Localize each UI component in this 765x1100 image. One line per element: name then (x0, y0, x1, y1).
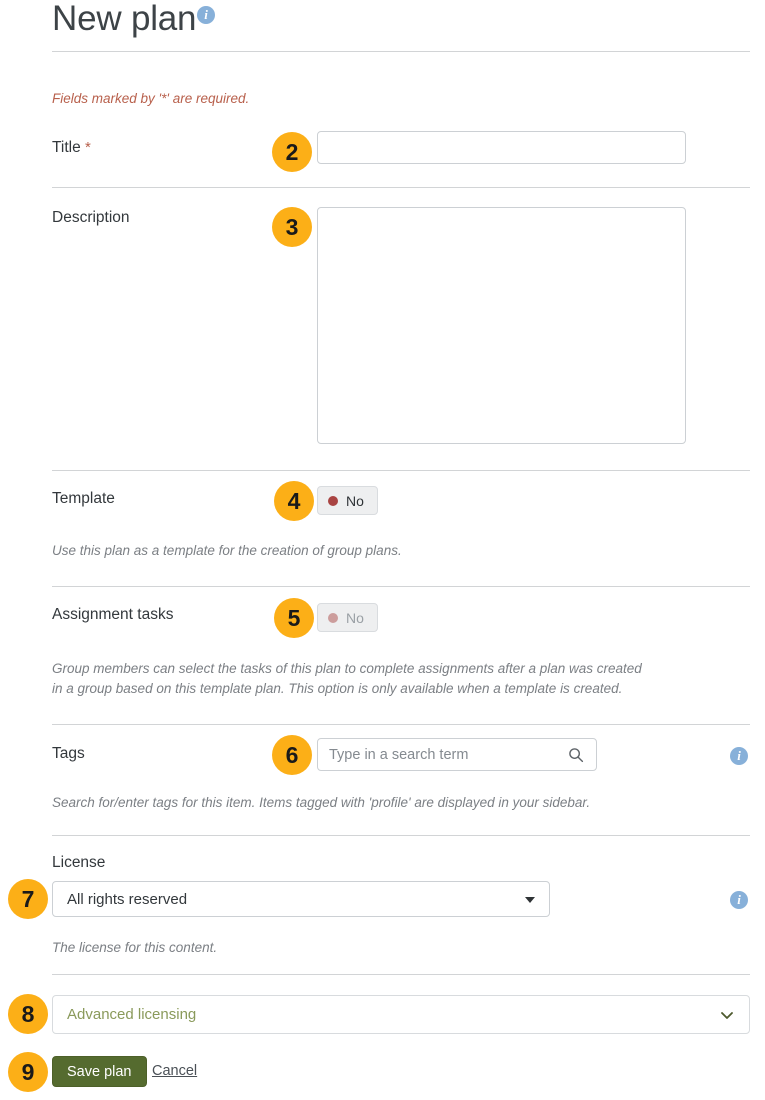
tags-label: Tags (52, 745, 85, 763)
new-plan-form-page: New plan Fields marked by '*' are requir… (0, 0, 765, 1100)
step-badge-8: 8 (8, 994, 48, 1034)
title-label: Title * (52, 139, 91, 157)
assignment-tasks-toggle-label: No (346, 611, 364, 625)
divider-after-template (52, 586, 750, 587)
title-input[interactable] (317, 131, 686, 164)
assignment-tasks-toggle[interactable]: No (317, 603, 378, 632)
assignment-tasks-help-text: Group members can select the tasks of th… (52, 659, 732, 699)
divider-after-title (52, 187, 750, 188)
tags-search-placeholder: Type in a search term (329, 739, 468, 770)
chevron-down-icon (719, 1007, 735, 1023)
template-help-text: Use this plan as a template for the crea… (52, 541, 712, 561)
assignment-tasks-label: Assignment tasks (52, 606, 173, 624)
step-badge-5: 5 (274, 598, 314, 638)
title-required-star: * (85, 139, 91, 156)
license-info-icon[interactable] (730, 891, 748, 914)
toggle-status-dot (328, 613, 338, 623)
advanced-licensing-panel[interactable]: Advanced licensing (52, 995, 750, 1034)
step-badge-2: 2 (272, 132, 312, 172)
template-toggle[interactable]: No (317, 486, 378, 515)
license-select[interactable]: All rights reserved (52, 881, 550, 917)
license-help-text: The license for this content. (52, 938, 652, 958)
cancel-link[interactable]: Cancel (152, 1063, 197, 1079)
tags-help-text: Search for/enter tags for this item. Ite… (52, 793, 742, 813)
divider-after-assignment-tasks (52, 724, 750, 725)
tags-info-icon[interactable] (730, 747, 748, 770)
page-header: New plan (52, 0, 750, 52)
license-selected-value: All rights reserved (67, 882, 187, 916)
toggle-status-dot (328, 496, 338, 506)
required-fields-note: Fields marked by '*' are required. (52, 91, 249, 106)
template-toggle-label: No (346, 494, 364, 508)
template-label: Template (52, 490, 115, 508)
step-badge-7: 7 (8, 879, 48, 919)
divider-after-license (52, 974, 750, 975)
page-title: New plan (52, 0, 196, 40)
step-badge-9: 9 (8, 1052, 48, 1092)
advanced-licensing-label: Advanced licensing (67, 996, 196, 1033)
save-plan-button[interactable]: Save plan (52, 1056, 147, 1087)
description-textarea[interactable] (317, 207, 686, 444)
page-title-info-icon[interactable] (197, 6, 215, 29)
chevron-down-icon (525, 897, 535, 903)
step-badge-6: 6 (272, 735, 312, 775)
header-divider (52, 51, 750, 52)
search-icon[interactable] (568, 747, 584, 763)
divider-after-tags (52, 835, 750, 836)
step-badge-3: 3 (272, 207, 312, 247)
title-label-text: Title (52, 139, 81, 156)
step-badge-4: 4 (274, 481, 314, 521)
divider-after-description (52, 470, 750, 471)
tags-search-input[interactable]: Type in a search term (317, 738, 597, 771)
license-label: License (52, 854, 105, 872)
description-label: Description (52, 209, 130, 227)
